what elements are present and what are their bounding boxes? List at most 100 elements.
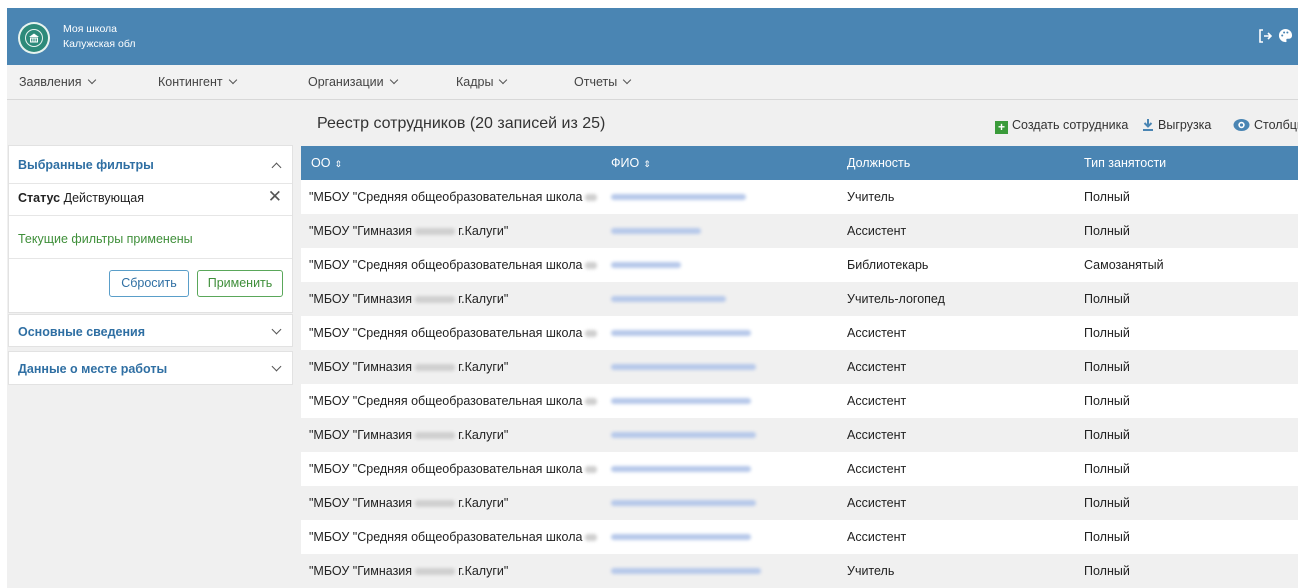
position-cell: Ассистент — [847, 224, 907, 238]
column-header-org[interactable]: ОО ⇕ — [311, 156, 342, 170]
chevron-up-icon[interactable] — [271, 162, 282, 173]
close-icon[interactable]: ✕ — [268, 187, 282, 207]
column-header-position[interactable]: Должность — [847, 156, 910, 170]
employee-name-link[interactable] — [611, 398, 751, 404]
selected-filters-title[interactable]: Выбранные фильтры — [18, 158, 154, 172]
status-value: Действующая — [63, 191, 144, 205]
table-row[interactable]: "МБОУ "Средняя общеобразовательная школа… — [301, 248, 1298, 282]
redacted-text — [585, 534, 598, 542]
workplace-title: Данные о месте работы — [18, 362, 168, 376]
sort-icon: ⇕ — [334, 159, 342, 169]
redacted-text — [585, 466, 598, 474]
redacted-text — [415, 364, 456, 372]
columns-button[interactable]: Столбцы — [1233, 118, 1298, 135]
redacted-text — [585, 194, 598, 202]
org-cell: "МБОУ "Средняя общеобразовательная школа — [309, 190, 600, 204]
basic-info-section[interactable]: Основные сведения — [8, 314, 293, 347]
employee-name-link[interactable] — [611, 194, 746, 200]
org-city-text: г.Калуги" — [458, 360, 509, 374]
org-cell: "МБОУ "Средняя общеобразовательная школа — [309, 462, 600, 476]
menu-reports[interactable]: Отчеты — [574, 75, 632, 89]
table-row[interactable]: "МБОУ "Гимназия г.Калуги" Учитель Полный — [301, 554, 1298, 588]
table-row[interactable]: "МБОУ "Средняя общеобразовательная школа… — [301, 180, 1298, 214]
org-name-text: "МБОУ "Средняя общеобразовательная школа — [309, 462, 583, 476]
chevron-down-icon — [622, 75, 632, 85]
employee-name-link[interactable] — [611, 466, 751, 472]
redacted-text — [415, 500, 456, 508]
table-row[interactable]: "МБОУ "Средняя общеобразовательная школа… — [301, 452, 1298, 486]
table-row[interactable]: "МБОУ "Гимназия г.Калуги" Ассистент Полный — [301, 418, 1298, 452]
employment-cell: Самозанятый — [1084, 258, 1164, 272]
employment-cell: Полный — [1084, 326, 1130, 340]
org-cell: "МБОУ "Гимназия г.Калуги" — [309, 360, 508, 374]
table-row[interactable]: "МБОУ "Гимназия г.Калуги" Учитель-логопед П… — [301, 282, 1298, 316]
chevron-down-icon — [389, 75, 398, 85]
selected-filters-panel: Выбранные фильтры Статус Действующая ✕ Т… — [8, 145, 293, 313]
plus-square-icon: + — [995, 121, 1008, 134]
create-employee-button[interactable]: + Создать сотрудника — [995, 118, 1128, 134]
palette-icon[interactable] — [1278, 28, 1293, 48]
employee-name-link[interactable] — [611, 568, 761, 574]
reset-button[interactable]: Сбросить — [109, 270, 189, 297]
employee-name-link[interactable] — [611, 432, 756, 438]
logout-icon[interactable] — [1257, 28, 1273, 49]
org-cell: "МБОУ "Гимназия г.Калуги" — [309, 564, 508, 578]
table-row[interactable]: "МБОУ "Гимназия г.Калуги" Ассистент Полный — [301, 486, 1298, 520]
menu-staff[interactable]: Кадры — [456, 75, 508, 89]
org-name-text: "МБОУ "Гимназия — [309, 224, 413, 238]
employee-name-link[interactable] — [611, 500, 756, 506]
redacted-text — [415, 568, 456, 576]
org-name: Моя школа — [63, 23, 118, 35]
app-frame: Моя школа Калужская обл Заявления Контин… — [7, 8, 1298, 588]
org-cell: "МБОУ "Средняя общеобразовательная школа — [309, 530, 600, 544]
apply-button[interactable]: Применить — [197, 270, 283, 297]
org-cell: "МБОУ "Гимназия г.Калуги" — [309, 292, 508, 306]
position-cell: Учитель — [847, 564, 895, 578]
employee-name-link[interactable] — [611, 228, 701, 234]
basic-info-title: Основные сведения — [18, 325, 146, 339]
table-row[interactable]: "МБОУ "Гимназия г.Калуги" Ассистент Полный — [301, 350, 1298, 384]
column-header-name[interactable]: ФИО ⇕ — [611, 156, 651, 170]
menu-contingent[interactable]: Контингент — [158, 75, 237, 89]
org-name-text: "МБОУ "Гимназия — [309, 292, 413, 306]
employment-cell: Полный — [1084, 224, 1130, 238]
export-button[interactable]: Выгрузка — [1142, 118, 1211, 134]
table-row[interactable]: "МБОУ "Средняя общеобразовательная школа… — [301, 520, 1298, 554]
org-cell: "МБОУ "Средняя общеобразовательная школа — [309, 326, 600, 340]
org-city-text: г.Калуги" — [458, 292, 509, 306]
employment-cell: Полный — [1084, 394, 1130, 408]
menu-organizations[interactable]: Организации — [308, 75, 398, 89]
redacted-text — [585, 398, 598, 406]
table-row[interactable]: "МБОУ "Гимназия г.Калуги" Ассистент Полный — [301, 214, 1298, 248]
table-row[interactable]: "МБОУ "Средняя общеобразовательная школа… — [301, 384, 1298, 418]
menu-applications[interactable]: Заявления — [19, 75, 96, 89]
employment-cell: Полный — [1084, 564, 1130, 578]
org-name-text: "МБОУ "Гимназия — [309, 428, 413, 442]
filters-applied-text: Текущие фильтры применены — [18, 232, 193, 246]
employee-name-link[interactable] — [611, 296, 726, 302]
employment-cell: Полный — [1084, 496, 1130, 510]
position-cell: Библиотекарь — [847, 258, 929, 272]
org-name-text: "МБОУ "Средняя общеобразовательная школа — [309, 258, 583, 272]
position-cell: Ассистент — [847, 360, 907, 374]
region-name: Калужская обл — [63, 38, 136, 50]
position-cell: Ассистент — [847, 428, 907, 442]
table-row[interactable]: "МБОУ "Средняя общеобразовательная школа… — [301, 316, 1298, 350]
employment-cell: Полный — [1084, 190, 1130, 204]
column-header-employment[interactable]: Тип занятости — [1084, 156, 1166, 170]
workplace-section[interactable]: Данные о месте работы — [8, 351, 293, 385]
school-building-icon[interactable] — [18, 22, 50, 54]
status-label: Статус — [18, 191, 61, 205]
status-filter: Статус Действующая — [18, 191, 144, 205]
position-cell: Ассистент — [847, 530, 907, 544]
employee-name-link[interactable] — [611, 330, 751, 336]
employee-name-link[interactable] — [611, 262, 681, 268]
org-cell: "МБОУ "Гимназия г.Калуги" — [309, 224, 508, 238]
employment-cell: Полный — [1084, 462, 1130, 476]
org-name-text: "МБОУ "Гимназия — [309, 360, 413, 374]
employee-name-link[interactable] — [611, 364, 756, 370]
org-name-text: "МБОУ "Средняя общеобразовательная школа — [309, 190, 583, 204]
redacted-text — [415, 296, 456, 304]
employee-name-link[interactable] — [611, 534, 751, 540]
top-bar: Моя школа Калужская обл — [7, 8, 1298, 65]
